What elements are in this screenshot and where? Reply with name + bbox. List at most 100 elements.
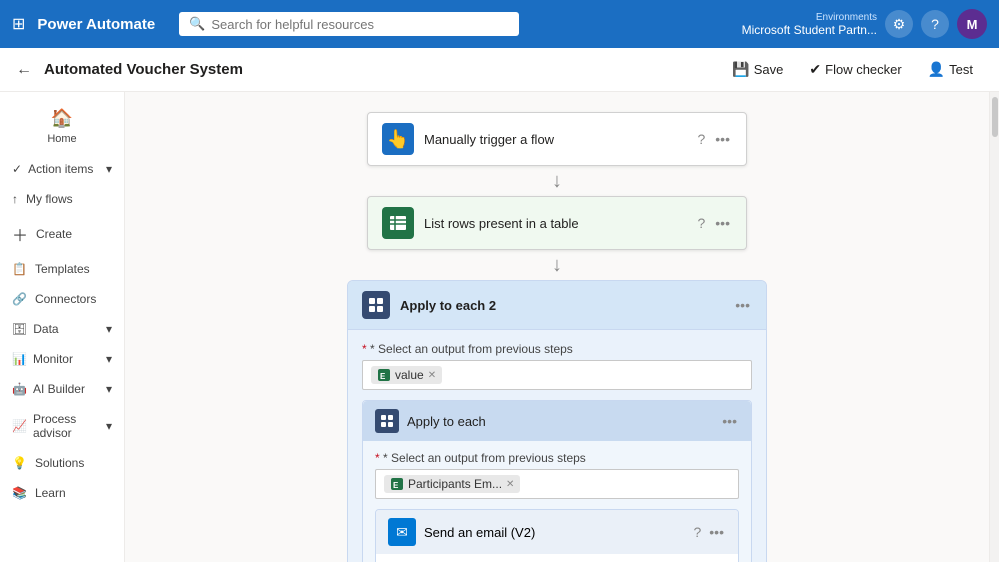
- connectors-icon: 🔗: [12, 292, 27, 306]
- sidebar-label-monitor: Monitor: [33, 352, 73, 366]
- trigger-title: Manually trigger a flow: [424, 132, 685, 147]
- list-rows-actions: ? •••: [695, 213, 732, 233]
- sidebar-label-create: Create: [36, 227, 72, 241]
- trigger-icon: 👆: [382, 123, 414, 155]
- value-token: E value ✕: [371, 366, 442, 384]
- environment-block: Environments Microsoft Student Partn...: [742, 12, 877, 37]
- topbar-right: Environments Microsoft Student Partn... …: [742, 9, 987, 39]
- sidebar-item-action-items[interactable]: ✓ Action items ▾: [2, 154, 122, 184]
- list-rows-more-button[interactable]: •••: [713, 213, 732, 233]
- sidebar-item-solutions[interactable]: 💡 Solutions: [2, 448, 122, 478]
- action-items-icon: ✓: [12, 162, 22, 176]
- test-icon: 👤: [928, 61, 945, 78]
- sidebar-item-connectors[interactable]: 🔗 Connectors: [2, 284, 122, 314]
- svg-text:E: E: [380, 372, 386, 381]
- search-bar: 🔍: [179, 12, 519, 36]
- solutions-icon: 💡: [12, 456, 27, 470]
- avatar[interactable]: M: [957, 9, 987, 39]
- sidebar-item-templates[interactable]: 📋 Templates: [2, 254, 122, 284]
- right-scrollbar: [989, 92, 999, 562]
- email-help-button[interactable]: ?: [691, 522, 703, 542]
- apply-each-inner-actions: •••: [720, 411, 739, 431]
- email-header: ✉ Send an email (V2) ? •••: [376, 510, 738, 554]
- email-body-container: * * To * * Subject: [376, 554, 738, 562]
- secondbar: ← Automated Voucher System 💾 Save ✔ Flow…: [0, 48, 999, 92]
- sidebar-item-home[interactable]: 🏠 Home: [4, 100, 120, 154]
- flow-checker-button[interactable]: ✔ Flow checker: [799, 56, 911, 83]
- apply-each-inner-icon: [375, 409, 399, 433]
- flow-checker-icon: ✔: [809, 61, 821, 78]
- list-rows-help-button[interactable]: ?: [695, 213, 707, 233]
- chevron-down-icon-pa: ▾: [106, 419, 112, 433]
- create-icon: ＋: [12, 222, 28, 246]
- apply-each-2-actions: •••: [733, 295, 752, 315]
- help-icon: ?: [931, 16, 939, 32]
- sidebar-label-learn: Learn: [35, 486, 66, 500]
- search-input[interactable]: [211, 17, 509, 32]
- inner-select-label: * * Select an output from previous steps: [375, 451, 739, 465]
- sidebar-item-create[interactable]: ＋ Create: [2, 214, 122, 254]
- value-token-close[interactable]: ✕: [428, 370, 436, 381]
- settings-icon: ⚙: [893, 16, 906, 33]
- test-button[interactable]: 👤 Test: [918, 56, 983, 83]
- process-advisor-icon: 📈: [12, 419, 27, 433]
- trigger-more-button[interactable]: •••: [713, 129, 732, 149]
- sidebar-label-process-advisor: Process advisor: [33, 412, 102, 440]
- sidebar-label-solutions: Solutions: [35, 456, 84, 470]
- arrow-2: ↓: [552, 250, 562, 280]
- sidebar-item-process-advisor[interactable]: 📈 Process advisor ▾: [2, 404, 122, 448]
- excel-participants-icon: E: [390, 477, 404, 491]
- list-rows-node: List rows present in a table ? •••: [367, 196, 747, 250]
- home-icon: 🏠: [51, 108, 73, 129]
- inner-token-input[interactable]: E Participants Em... ✕: [375, 469, 739, 499]
- page-title: Automated Voucher System: [44, 61, 243, 78]
- scrollbar-thumb[interactable]: [992, 97, 998, 137]
- main-layout: 🏠 Home ✓ Action items ▾ ↑ My flows ＋ Cre…: [0, 92, 999, 562]
- sidebar-item-data[interactable]: 🗄 Data ▾: [2, 314, 122, 344]
- email-icon: ✉: [388, 518, 416, 546]
- apply-each-inner-more-button[interactable]: •••: [720, 411, 739, 431]
- chevron-down-icon: ▾: [106, 162, 112, 176]
- trigger-actions: ? •••: [695, 129, 732, 149]
- sidebar-label-connectors: Connectors: [35, 292, 96, 306]
- data-icon: 🗄: [12, 322, 27, 336]
- list-rows-title: List rows present in a table: [424, 216, 685, 231]
- topbar: ⊞ Power Automate 🔍 Environments Microsof…: [0, 0, 999, 48]
- sidebar-item-monitor[interactable]: 📊 Monitor ▾: [2, 344, 122, 374]
- trigger-help-button[interactable]: ?: [695, 129, 707, 149]
- environment-name: Microsoft Student Partn...: [742, 23, 877, 37]
- sidebar-label-data: Data: [33, 322, 58, 336]
- flow-container: 👆 Manually trigger a flow ? ••• ↓ List r…: [237, 112, 877, 562]
- participants-token-text: Participants Em...: [408, 477, 502, 491]
- apply-each-inner-title: Apply to each: [407, 414, 712, 429]
- sidebar-label-my-flows: My flows: [26, 192, 73, 206]
- excel-token-icon: E: [377, 368, 391, 382]
- apply-each-2-title: Apply to each 2: [400, 298, 723, 313]
- settings-button[interactable]: ⚙: [885, 10, 913, 38]
- templates-icon: 📋: [12, 262, 27, 276]
- apply-each-2-icon: [362, 291, 390, 319]
- apply-each-2-more-button[interactable]: •••: [733, 295, 752, 315]
- sidebar-item-my-flows[interactable]: ↑ My flows: [2, 184, 122, 214]
- save-icon: 💾: [732, 61, 749, 78]
- grid-icon[interactable]: ⊞: [12, 14, 25, 34]
- sidebar-item-ai-builder[interactable]: 🤖 AI Builder ▾: [2, 374, 122, 404]
- send-email-node: ✉ Send an email (V2) ? •••: [375, 509, 739, 562]
- arrow-1: ↓: [552, 166, 562, 196]
- email-title: Send an email (V2): [424, 525, 683, 540]
- search-icon: 🔍: [189, 16, 205, 32]
- sidebar-label-templates: Templates: [35, 262, 90, 276]
- sidebar-label-ai-builder: AI Builder: [33, 382, 85, 396]
- sidebar: 🏠 Home ✓ Action items ▾ ↑ My flows ＋ Cre…: [0, 92, 125, 562]
- sidebar-item-learn[interactable]: 📚 Learn: [2, 478, 122, 508]
- help-button[interactable]: ?: [921, 10, 949, 38]
- email-more-button[interactable]: •••: [707, 522, 726, 542]
- save-button[interactable]: 💾 Save: [722, 56, 793, 83]
- back-button[interactable]: ←: [16, 61, 32, 79]
- my-flows-icon: ↑: [12, 192, 18, 206]
- participants-token-close[interactable]: ✕: [506, 479, 514, 490]
- apply-each-2-group: Apply to each 2 ••• * * Select an output…: [347, 280, 767, 562]
- sidebar-label-action-items: Action items: [28, 162, 93, 176]
- apply-each-2-token-input[interactable]: E value ✕: [362, 360, 752, 390]
- monitor-icon: 📊: [12, 352, 27, 366]
